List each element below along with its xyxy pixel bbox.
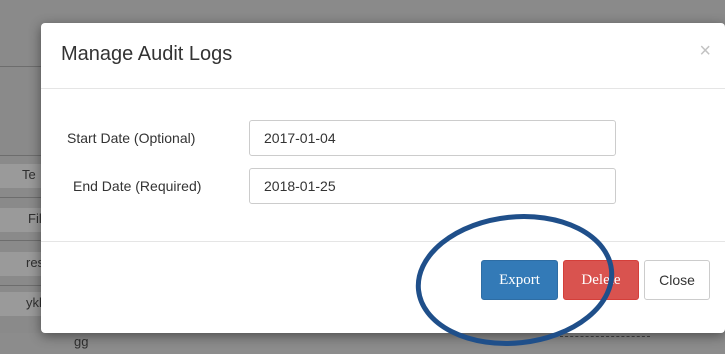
close-icon[interactable]: × <box>699 41 711 61</box>
manage-audit-logs-modal: Manage Audit Logs × Start Date (Optional… <box>41 23 725 333</box>
close-button[interactable]: Close <box>644 260 710 300</box>
backdrop-dashed-line <box>560 336 650 337</box>
backdrop-divider <box>0 240 42 241</box>
backdrop-fragment: Filt <box>0 208 42 232</box>
modal-title: Manage Audit Logs <box>61 43 233 65</box>
delete-button[interactable]: Delete <box>563 260 639 300</box>
backdrop-divider <box>0 66 42 67</box>
backdrop-fragment: res <box>0 252 42 276</box>
backdrop-divider <box>0 155 42 156</box>
modal-header: Manage Audit Logs × <box>41 23 725 89</box>
backdrop-divider <box>0 197 42 198</box>
end-date-row: End Date (Required) <box>41 168 725 204</box>
end-date-input[interactable] <box>249 168 616 204</box>
backdrop-fragment: ykh <box>0 292 42 316</box>
end-date-label: End Date (Required) <box>73 178 202 194</box>
backdrop-fragment-text: Te <box>22 167 36 182</box>
export-button[interactable]: Export <box>481 260 558 300</box>
backdrop-fragment-text: ykh <box>26 295 42 310</box>
backdrop-fragment-text: res <box>26 255 42 270</box>
modal-footer: Export Delete Close <box>41 242 725 333</box>
start-date-label: Start Date (Optional) <box>67 130 196 146</box>
start-date-row: Start Date (Optional) <box>41 120 725 156</box>
backdrop-fragment-text: Filt <box>28 211 42 226</box>
backdrop-bottom-text: gg <box>74 334 89 349</box>
start-date-input[interactable] <box>249 120 616 156</box>
backdrop-divider <box>0 285 42 286</box>
modal-body: Start Date (Optional) End Date (Required… <box>41 89 725 242</box>
backdrop-fragment: Te <box>0 164 42 188</box>
